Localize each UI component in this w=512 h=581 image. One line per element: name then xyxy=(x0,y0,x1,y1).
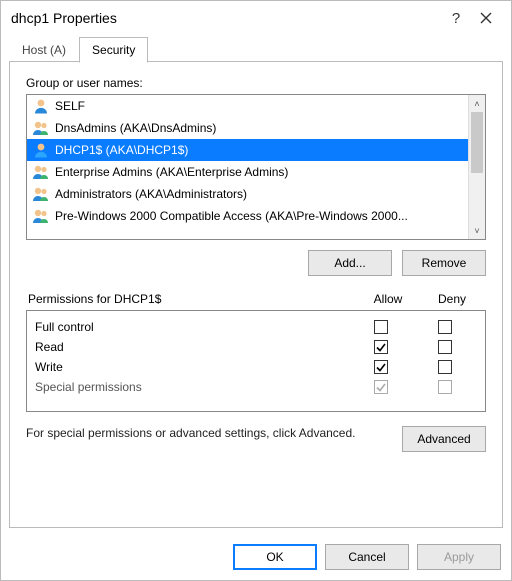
scroll-thumb[interactable] xyxy=(471,112,483,173)
remove-button[interactable]: Remove xyxy=(402,250,486,276)
permission-row: Special permissions xyxy=(35,377,477,397)
ok-button[interactable]: OK xyxy=(233,544,317,570)
scroll-track[interactable] xyxy=(469,112,485,222)
group-icon xyxy=(31,164,51,180)
scrollbar[interactable]: ˄ ˅ xyxy=(468,95,485,239)
principal-name: Enterprise Admins (AKA\Enterprise Admins… xyxy=(55,165,288,179)
tab-label: Security xyxy=(92,43,135,57)
titlebar: dhcp1 Properties ? xyxy=(1,1,511,35)
tab-label: Host (A) xyxy=(22,43,66,57)
principal-name: Administrators (AKA\Administrators) xyxy=(55,187,247,201)
deny-checkbox[interactable] xyxy=(438,360,452,374)
allow-checkbox[interactable] xyxy=(374,340,388,354)
scroll-up-icon[interactable]: ˄ xyxy=(469,95,485,112)
permission-row: Read xyxy=(35,337,477,357)
permission-name: Full control xyxy=(35,320,349,334)
allow-checkbox[interactable] xyxy=(374,320,388,334)
principal-name: SELF xyxy=(55,99,85,113)
window-title: dhcp1 Properties xyxy=(11,10,441,26)
principal-name: DnsAdmins (AKA\DnsAdmins) xyxy=(55,121,216,135)
permission-row: Full control xyxy=(35,317,477,337)
permission-deny-cell xyxy=(413,360,477,374)
permission-allow-cell xyxy=(349,360,413,374)
permissions-header: Permissions for DHCP1$ Allow Deny xyxy=(26,292,486,306)
permission-allow-cell xyxy=(349,320,413,334)
allow-checkbox[interactable] xyxy=(374,360,388,374)
close-button[interactable] xyxy=(471,12,501,24)
principal-item[interactable]: SELF xyxy=(27,95,468,117)
permission-row: Write xyxy=(35,357,477,377)
principal-name: DHCP1$ (AKA\DHCP1$) xyxy=(55,143,188,157)
permissions-label: Permissions for DHCP1$ xyxy=(28,292,356,306)
principal-name: Pre-Windows 2000 Compatible Access (AKA\… xyxy=(55,209,408,223)
tab-security[interactable]: Security xyxy=(79,37,148,63)
group-label: Group or user names: xyxy=(26,76,486,90)
tabstrip: Host (A) Security xyxy=(1,37,511,62)
group-icon xyxy=(31,186,51,202)
allow-checkbox xyxy=(374,380,388,394)
allow-column-header: Allow xyxy=(356,292,420,306)
scroll-down-icon[interactable]: ˅ xyxy=(469,222,485,239)
add-button[interactable]: Add... xyxy=(308,250,392,276)
permission-allow-cell xyxy=(349,340,413,354)
user-icon xyxy=(31,98,51,114)
advanced-note: For special permissions or advanced sett… xyxy=(26,426,390,441)
permission-name: Special permissions xyxy=(35,380,349,394)
deny-checkbox xyxy=(438,380,452,394)
group-icon xyxy=(31,120,51,136)
deny-checkbox[interactable] xyxy=(438,320,452,334)
permission-allow-cell xyxy=(349,380,413,394)
apply-button[interactable]: Apply xyxy=(417,544,501,570)
properties-dialog: dhcp1 Properties ? Host (A) Security Grou… xyxy=(0,0,512,581)
principal-item[interactable]: Enterprise Admins (AKA\Enterprise Admins… xyxy=(27,161,468,183)
user-icon xyxy=(31,142,51,158)
tab-host-a-[interactable]: Host (A) xyxy=(9,37,79,62)
principal-item[interactable]: Administrators (AKA\Administrators) xyxy=(27,183,468,205)
tab-body-security: Group or user names: SELF DnsAdmins (AKA\… xyxy=(9,62,503,528)
dialog-footer: OK Cancel Apply xyxy=(1,536,511,580)
principal-item[interactable]: Pre-Windows 2000 Compatible Access (AKA\… xyxy=(27,205,468,227)
permission-name: Write xyxy=(35,360,349,374)
permission-deny-cell xyxy=(413,380,477,394)
deny-checkbox[interactable] xyxy=(438,340,452,354)
advanced-button[interactable]: Advanced xyxy=(402,426,486,452)
permissions-box: Full control Read Write Special permissions xyxy=(26,310,486,412)
cancel-button[interactable]: Cancel xyxy=(325,544,409,570)
permission-deny-cell xyxy=(413,320,477,334)
deny-column-header: Deny xyxy=(420,292,484,306)
permission-deny-cell xyxy=(413,340,477,354)
principal-item[interactable]: DnsAdmins (AKA\DnsAdmins) xyxy=(27,117,468,139)
principal-item[interactable]: DHCP1$ (AKA\DHCP1$) xyxy=(27,139,468,161)
principals-list[interactable]: SELF DnsAdmins (AKA\DnsAdmins) DHCP1$ (AKA… xyxy=(26,94,486,240)
permission-name: Read xyxy=(35,340,349,354)
help-button[interactable]: ? xyxy=(441,10,471,27)
group-icon xyxy=(31,208,51,224)
